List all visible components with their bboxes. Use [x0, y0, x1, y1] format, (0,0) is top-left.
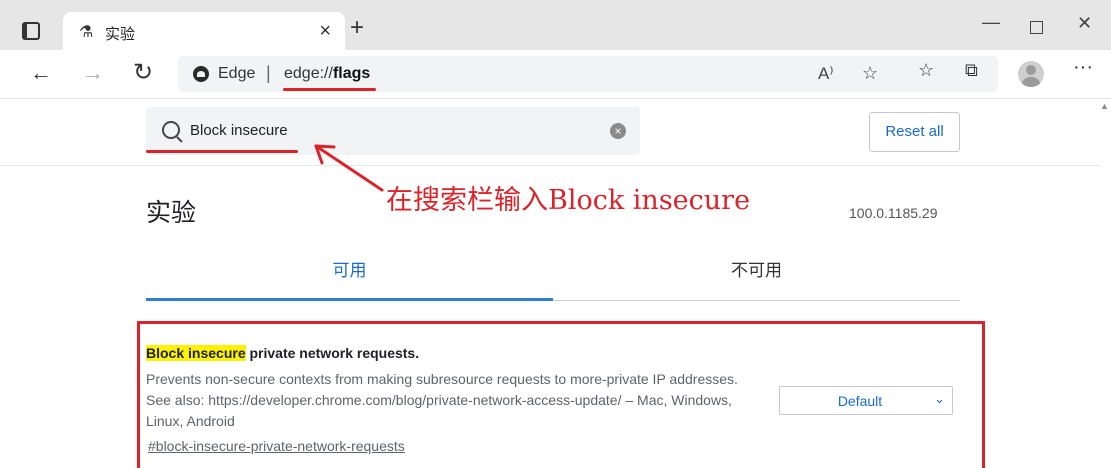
search-icon	[162, 121, 180, 139]
active-tab-indicator	[146, 298, 553, 301]
read-aloud-icon[interactable]: A⁾	[818, 64, 834, 84]
address-divider: |	[266, 63, 271, 83]
favorites-icon[interactable]: ☆	[918, 60, 934, 81]
url-text[interactable]: edge://flags	[284, 65, 370, 83]
select-value: Default	[837, 393, 883, 409]
site-name: Edge	[218, 65, 256, 82]
collections-icon[interactable]: ⧉	[965, 60, 978, 81]
forward-arrow-icon[interactable]: →	[82, 60, 104, 86]
url-annotation-underline	[283, 88, 376, 91]
flask-icon: ⚗	[79, 24, 94, 41]
version-number: 100.0.1185.29	[849, 205, 938, 221]
tab-title: 实验	[105, 26, 136, 43]
add-favorite-icon[interactable]: ☆	[862, 63, 878, 84]
more-menu-icon[interactable]: ···	[1073, 56, 1093, 79]
search-annotation-underline	[146, 150, 298, 153]
flag-description: Prevents non-secure contexts from making…	[146, 371, 738, 429]
browser-tab[interactable]: ⚗ 实验 ×	[63, 12, 345, 50]
address-toolbar: ← → ↻ Edge | edge://flags A⁾ ☆	[0, 50, 1111, 99]
title-bar: ⚗ 实验 × + — ✕	[0, 0, 1111, 50]
profile-avatar[interactable]	[1018, 61, 1044, 87]
flag-title: Block insecure private network requests.	[146, 345, 419, 361]
tab-actions-icon[interactable]	[22, 22, 42, 40]
annotation-text: 在搜索栏输入Block insecure	[386, 185, 751, 216]
close-window-button[interactable]: ✕	[1077, 13, 1092, 34]
minimize-button[interactable]: —	[982, 12, 1000, 33]
maximize-button[interactable]	[1030, 21, 1043, 34]
flag-title-rest: private network requests.	[245, 345, 420, 361]
flag-title-highlight: Block insecure	[146, 345, 246, 361]
flag-anchor-link[interactable]: #block-insecure-private-network-requests	[148, 438, 405, 454]
new-tab-button[interactable]: +	[350, 14, 364, 42]
back-arrow-icon[interactable]: ←	[30, 60, 52, 86]
reset-all-button[interactable]: Reset all	[869, 112, 960, 152]
tab-available[interactable]: 可用	[146, 256, 553, 281]
header-divider	[0, 165, 1100, 166]
chevron-down-icon: ⌄	[934, 391, 945, 406]
scroll-up-icon[interactable]: ▲	[1100, 101, 1109, 111]
page-title: 实验	[146, 199, 197, 227]
tab-close-icon[interactable]: ×	[319, 20, 331, 43]
refresh-icon[interactable]: ↻	[133, 58, 153, 87]
clear-search-icon[interactable]: ×	[610, 123, 626, 139]
search-value[interactable]: Block insecure	[190, 122, 288, 139]
tab-unavailable[interactable]: 不可用	[553, 256, 960, 281]
flag-state-select[interactable]: Default ⌄	[779, 386, 953, 415]
edge-logo-icon	[193, 66, 209, 82]
address-bar[interactable]: Edge | edge://flags A⁾ ☆	[178, 56, 998, 92]
annotation-arrow	[314, 144, 384, 192]
